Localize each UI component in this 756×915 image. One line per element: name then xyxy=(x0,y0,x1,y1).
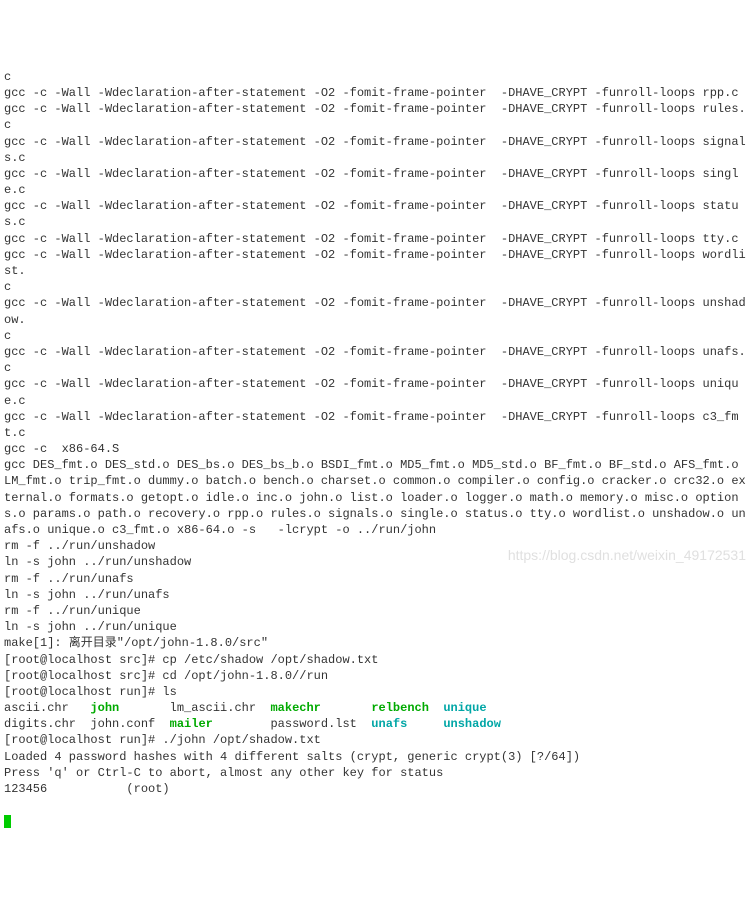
file-symlink: unshadow xyxy=(443,717,501,731)
john-output-line: Press 'q' or Ctrl-C to abort, almost any… xyxy=(4,765,752,781)
compile-line: gcc -c -Wall -Wdeclaration-after-stateme… xyxy=(4,247,752,279)
terminal-output[interactable]: cgcc -c -Wall -Wdeclaration-after-statem… xyxy=(4,69,752,797)
file-symlink: unique xyxy=(443,701,486,715)
prompt-line: [root@localhost src]# cp /etc/shadow /op… xyxy=(4,652,752,668)
john-output-line: 123456 (root) xyxy=(4,781,752,797)
compile-line: gcc -c -Wall -Wdeclaration-after-stateme… xyxy=(4,166,752,198)
compile-line: gcc -c -Wall -Wdeclaration-after-stateme… xyxy=(4,344,752,376)
compile-line: ln -s john ../run/unshadow xyxy=(4,554,752,570)
compile-line: rm -f ../run/unshadow xyxy=(4,538,752,554)
compile-line: gcc -c -Wall -Wdeclaration-after-stateme… xyxy=(4,231,752,247)
compile-line: gcc DES_fmt.o DES_std.o DES_bs.o DES_bs_… xyxy=(4,457,752,538)
file-executable: mailer xyxy=(170,717,213,731)
compile-line: gcc -c -Wall -Wdeclaration-after-stateme… xyxy=(4,409,752,441)
compile-line: gcc -c -Wall -Wdeclaration-after-stateme… xyxy=(4,198,752,230)
john-output-line: Loaded 4 password hashes with 4 differen… xyxy=(4,749,752,765)
file-symlink: unafs xyxy=(371,717,407,731)
prompt-line: [root@localhost run]# ls xyxy=(4,684,752,700)
ls-row: ascii.chr john lm_ascii.chr makechr relb… xyxy=(4,700,752,716)
file-executable: john xyxy=(90,701,119,715)
compile-line: gcc -c -Wall -Wdeclaration-after-stateme… xyxy=(4,295,752,327)
prompt-line: [root@localhost src]# cd /opt/john-1.8.0… xyxy=(4,668,752,684)
compile-line: rm -f ../run/unique xyxy=(4,603,752,619)
compile-line: c xyxy=(4,279,752,295)
compile-line: gcc -c -Wall -Wdeclaration-after-stateme… xyxy=(4,85,752,101)
compile-line: ln -s john ../run/unique xyxy=(4,619,752,635)
file-executable: makechr xyxy=(270,701,320,715)
compile-line: gcc -c -Wall -Wdeclaration-after-stateme… xyxy=(4,101,752,133)
compile-line: c xyxy=(4,69,752,85)
compile-line: ln -s john ../run/unafs xyxy=(4,587,752,603)
compile-line: gcc -c x86-64.S xyxy=(4,441,752,457)
terminal-cursor xyxy=(4,815,11,828)
ls-row: digits.chr john.conf mailer password.lst… xyxy=(4,716,752,732)
file-executable: relbench xyxy=(371,701,429,715)
compile-line: make[1]: 离开目录"/opt/john-1.8.0/src" xyxy=(4,635,752,651)
compile-line: gcc -c -Wall -Wdeclaration-after-stateme… xyxy=(4,376,752,408)
compile-line: c xyxy=(4,328,752,344)
compile-line: gcc -c -Wall -Wdeclaration-after-stateme… xyxy=(4,134,752,166)
prompt-line: [root@localhost run]# ./john /opt/shadow… xyxy=(4,732,752,748)
